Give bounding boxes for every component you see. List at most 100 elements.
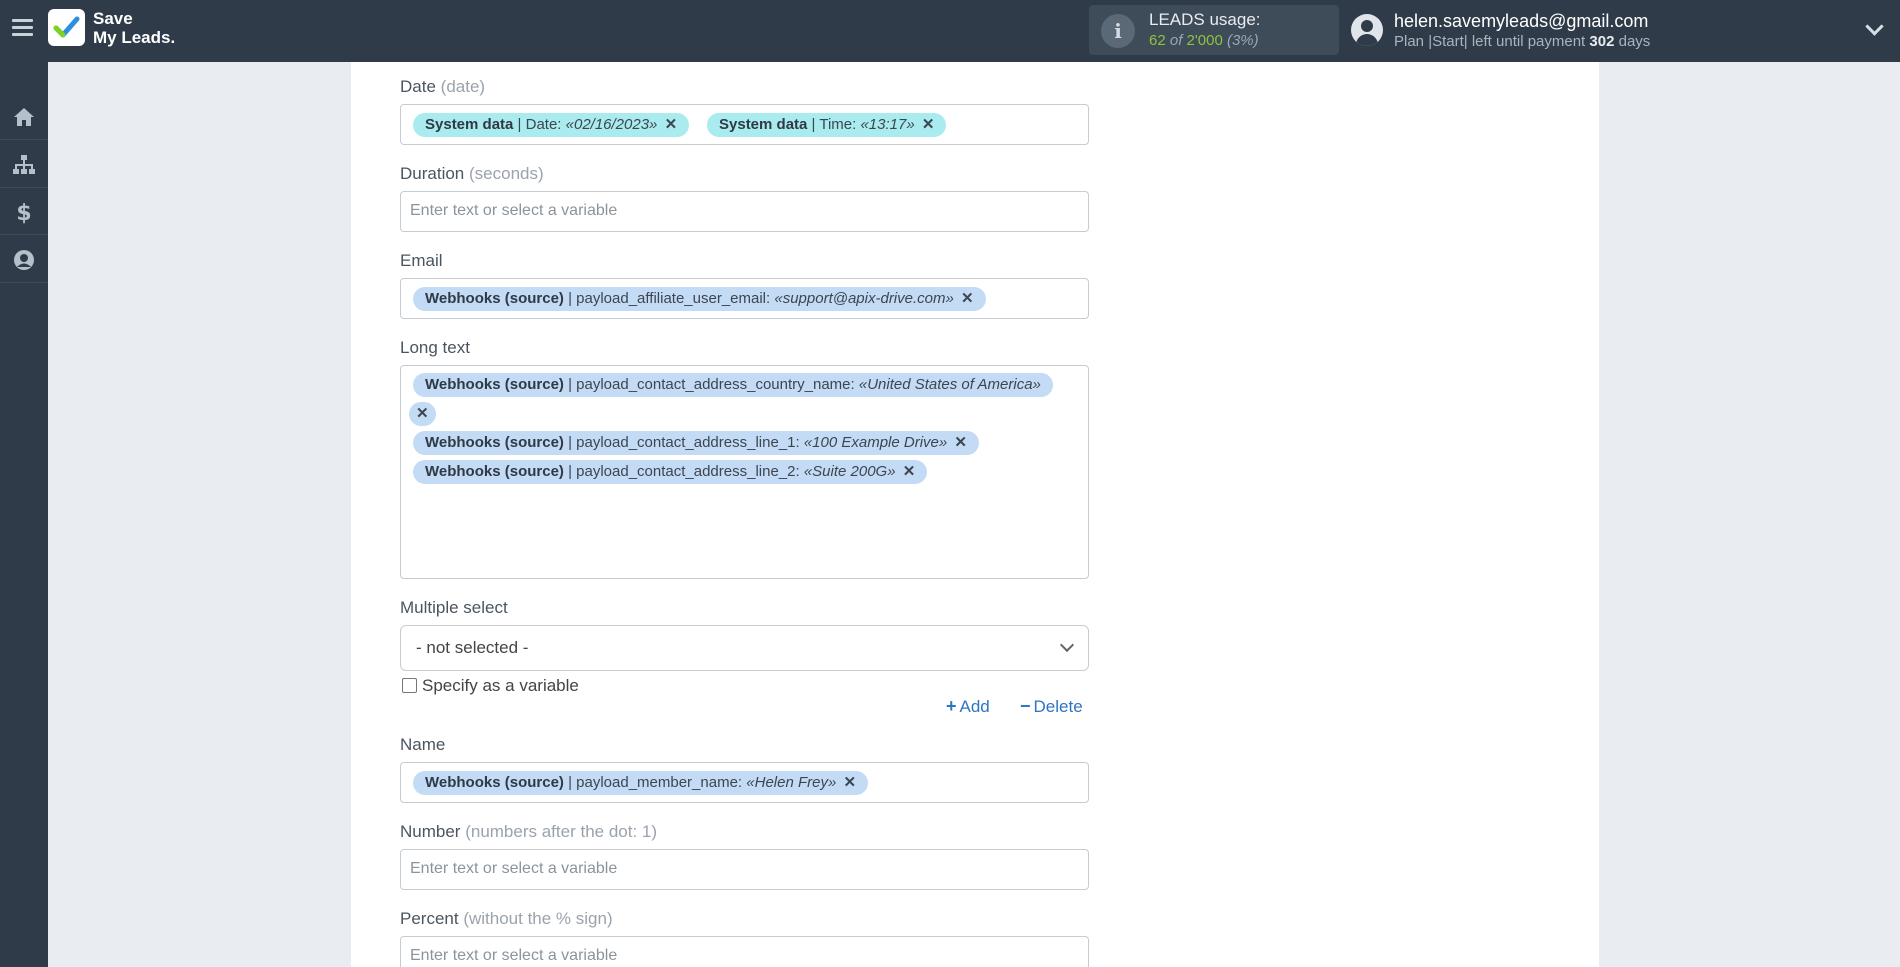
chip-value: «13:17» — [860, 116, 915, 133]
sidebar: $ — [0, 62, 48, 967]
logo-line-1: Save — [93, 9, 133, 28]
remove-chip-icon[interactable]: ✕ — [843, 774, 856, 791]
logo-text[interactable]: Save My Leads. — [93, 9, 175, 47]
plus-icon: + — [946, 696, 957, 716]
chip-source: Webhooks (source) — [425, 463, 564, 480]
days-word: days — [1618, 33, 1651, 50]
logo-icon[interactable] — [48, 9, 85, 46]
days-count: 302 — [1589, 33, 1615, 50]
user-email[interactable]: helen.savemyleads@gmail.com — [1394, 11, 1648, 32]
chip-value: «Helen Frey» — [746, 774, 837, 791]
leads-usage-count: 62 of 2'000 (3%) — [1149, 32, 1259, 49]
long-text-chip-line1[interactable]: Webhooks (source) | payload_contact_addr… — [413, 431, 979, 455]
time-chip[interactable]: System data | Time: «13:17» ✕ — [707, 113, 947, 137]
duration-label-text: Duration — [400, 164, 465, 183]
percent-input[interactable]: Enter text or select a variable — [400, 936, 1089, 967]
chip-source: System data — [425, 116, 514, 133]
name-label: Name — [400, 735, 445, 755]
multiple-select-label-text: Multiple select — [400, 598, 508, 617]
plan-text: Plan |Start| left until payment — [1394, 33, 1586, 50]
long-text-chip-country-remove[interactable]: ✕ — [409, 402, 436, 426]
svg-text:$: $ — [16, 201, 31, 224]
leads-percent: (3%) — [1226, 32, 1259, 49]
user-plan: Plan |Start| left until payment 302 days — [1394, 33, 1650, 50]
leads-used: 62 — [1149, 32, 1166, 49]
number-hint: (numbers after the dot: 1) — [465, 822, 658, 841]
remove-chip-icon[interactable]: ✕ — [954, 434, 967, 451]
chip-field: | payload_contact_address_line_1: — [568, 434, 800, 451]
delete-label: Delete — [1033, 697, 1083, 716]
chevron-down-icon — [1059, 637, 1075, 653]
avatar[interactable] — [1351, 14, 1383, 46]
specify-variable-label[interactable]: Specify as a variable — [422, 676, 579, 696]
dollar-icon[interactable]: $ — [0, 189, 48, 235]
date-hint: (date) — [440, 77, 486, 96]
chip-field: | payload_member_name: — [568, 774, 743, 791]
remove-chip-icon[interactable]: ✕ — [922, 116, 935, 133]
name-label-text: Name — [400, 735, 446, 754]
top-bar: Save My Leads. i LEADS usage: 62 of 2'00… — [0, 0, 1900, 62]
email-field[interactable]: Webhooks (source) | payload_affiliate_us… — [400, 278, 1089, 319]
chip-source: Webhooks (source) — [425, 376, 564, 393]
chip-field: | payload_contact_address_country_name: — [568, 376, 855, 393]
date-field[interactable]: System data | Date: «02/16/2023» ✕ Syste… — [400, 104, 1089, 145]
chip-value: «Suite 200G» — [803, 463, 896, 480]
email-label-text: Email — [400, 251, 443, 270]
percent-placeholder: Enter text or select a variable — [410, 947, 618, 964]
number-input[interactable]: Enter text or select a variable — [400, 849, 1089, 890]
duration-placeholder: Enter text or select a variable — [410, 202, 618, 219]
number-placeholder: Enter text or select a variable — [410, 860, 618, 877]
remove-chip-icon[interactable]: ✕ — [416, 405, 429, 422]
menu-icon[interactable] — [12, 19, 33, 37]
chip-value: «support@apix-drive.com» — [774, 290, 954, 307]
long-text-label: Long text — [400, 338, 470, 358]
chip-value: «02/16/2023» — [565, 116, 658, 133]
chip-source: Webhooks (source) — [425, 434, 564, 451]
home-icon[interactable] — [0, 94, 48, 140]
date-label: Date (date) — [400, 77, 485, 97]
chip-field: | Date: — [517, 116, 562, 133]
multiple-select-dropdown[interactable]: - not selected - — [400, 625, 1089, 671]
long-text-chip-line2[interactable]: Webhooks (source) | payload_contact_addr… — [413, 460, 928, 484]
sitemap-icon[interactable] — [0, 142, 48, 188]
multiple-select-label: Multiple select — [400, 598, 508, 618]
info-icon: i — [1101, 14, 1135, 48]
remove-chip-icon[interactable]: ✕ — [961, 290, 974, 307]
name-chip[interactable]: Webhooks (source) | payload_member_name:… — [413, 771, 869, 795]
specify-variable-checkbox[interactable] — [402, 678, 417, 693]
chip-source: Webhooks (source) — [425, 774, 564, 791]
chip-value: «United States of America» — [858, 376, 1041, 393]
add-label: Add — [959, 697, 990, 716]
chevron-down-icon[interactable] — [1865, 17, 1884, 36]
long-text-label-text: Long text — [400, 338, 470, 357]
chip-source: System data — [719, 116, 808, 133]
percent-hint: (without the % sign) — [463, 909, 613, 928]
number-label-text: Number — [400, 822, 461, 841]
duration-label: Duration (seconds) — [400, 164, 544, 184]
leads-limit: 2'000 — [1186, 32, 1223, 49]
leads-usage-widget[interactable]: i LEADS usage: 62 of 2'000 (3%) — [1089, 5, 1339, 55]
add-button[interactable]: + Add — [946, 696, 990, 717]
number-label: Number (numbers after the dot: 1) — [400, 822, 657, 842]
duration-input[interactable]: Enter text or select a variable — [400, 191, 1089, 232]
email-chip[interactable]: Webhooks (source) | payload_affiliate_us… — [413, 287, 986, 311]
remove-chip-icon[interactable]: ✕ — [665, 116, 678, 133]
minus-icon: − — [1020, 696, 1031, 716]
chip-field: | payload_affiliate_user_email: — [568, 290, 771, 307]
chip-field: | Time: — [811, 116, 857, 133]
duration-hint: (seconds) — [469, 164, 544, 183]
name-field[interactable]: Webhooks (source) | payload_member_name:… — [400, 762, 1089, 803]
date-chip[interactable]: System data | Date: «02/16/2023» ✕ — [413, 113, 690, 137]
user-circle-icon[interactable] — [0, 237, 48, 283]
remove-chip-icon[interactable]: ✕ — [903, 463, 916, 480]
percent-label-text: Percent — [400, 909, 459, 928]
logo-line-2: My Leads. — [93, 28, 176, 47]
chip-source: Webhooks (source) — [425, 290, 564, 307]
leads-of: of — [1169, 32, 1183, 49]
delete-button[interactable]: − Delete — [1020, 696, 1083, 717]
long-text-field[interactable]: Webhooks (source) | payload_contact_addr… — [400, 365, 1089, 579]
long-text-chip-country[interactable]: Webhooks (source) | payload_contact_addr… — [413, 373, 1053, 397]
multiple-select-value: - not selected - — [416, 638, 529, 657]
percent-label: Percent (without the % sign) — [400, 909, 613, 929]
chip-field: | payload_contact_address_line_2: — [568, 463, 800, 480]
